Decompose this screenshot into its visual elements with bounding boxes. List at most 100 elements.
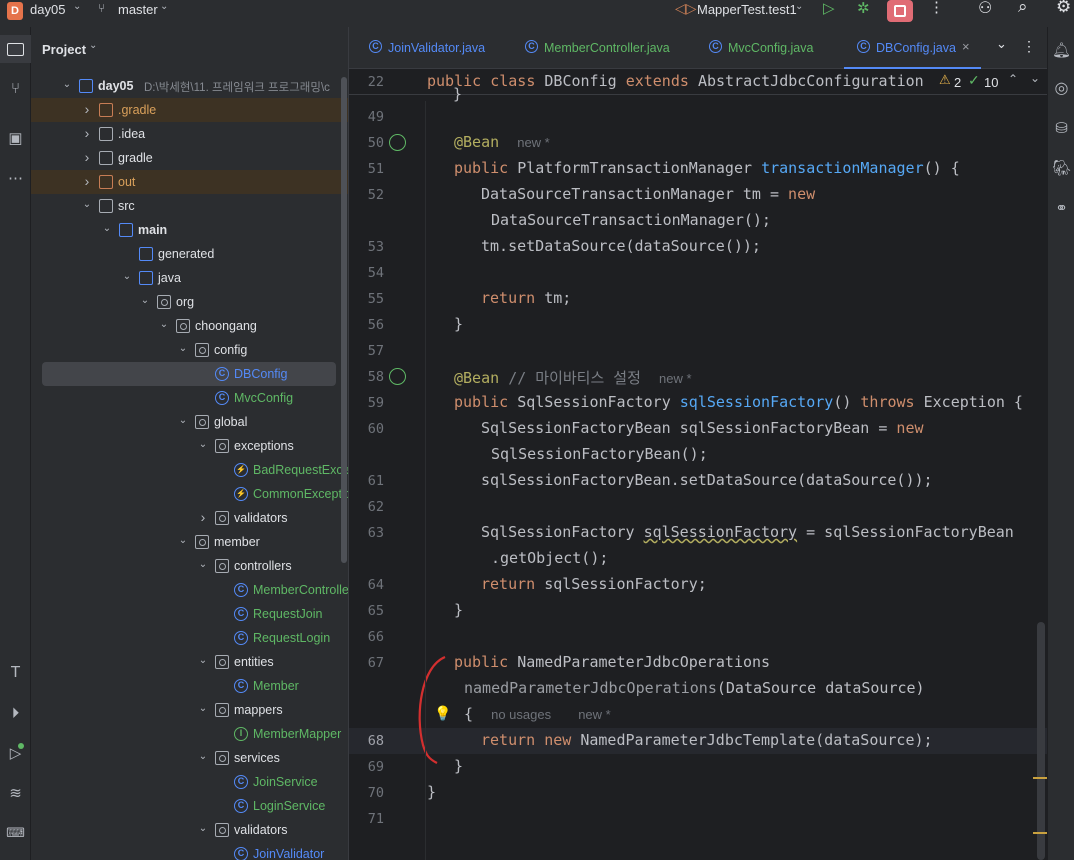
code-line[interactable]: 66: [349, 624, 1047, 650]
chevron-down-icon[interactable]: ⌄: [89, 40, 97, 51]
bean-gutter-icon[interactable]: [389, 134, 406, 151]
code-line[interactable]: 58 @Bean // 마이바티스 설정 new *: [349, 364, 1047, 390]
tree-item-controllers-package[interactable]: ⌄ controllers: [31, 554, 348, 578]
code-line[interactable]: 60 SqlSessionFactoryBean sqlSessionFacto…: [349, 416, 1047, 442]
services-icon[interactable]: ⏵: [0, 700, 31, 726]
inlay-hint[interactable]: new *: [517, 135, 550, 150]
code-line-wrap[interactable]: DataSourceTransactionManager();: [349, 208, 1047, 234]
code-line[interactable]: 70 }: [349, 780, 1047, 806]
chevron-down-icon[interactable]: ⌄: [795, 1, 803, 12]
code-line-wrap[interactable]: SqlSessionFactoryBean();: [349, 442, 1047, 468]
tree-item-choongang-package[interactable]: ⌄ choongang: [31, 314, 348, 338]
chevron-down-icon[interactable]: ⌄: [158, 318, 170, 332]
chevron-down-icon[interactable]: ⌄: [121, 270, 133, 284]
tree-item-join-service-class[interactable]: C JoinService: [31, 770, 348, 794]
project-badge[interactable]: D: [7, 2, 23, 20]
tree-item-idea-dir[interactable]: › .idea: [31, 122, 348, 146]
tree-scrollbar[interactable]: [341, 77, 347, 563]
tree-item-member-package[interactable]: ⌄ member: [31, 530, 348, 554]
inlay-hint[interactable]: no usages: [491, 707, 551, 722]
tree-item-main-dir[interactable]: ⌄ main: [31, 218, 348, 242]
code-line-wrap[interactable]: .getObject();: [349, 546, 1047, 572]
run-config-name[interactable]: MapperTest.test1: [697, 2, 797, 17]
tab-join-validator[interactable]: C JoinValidator.java: [369, 27, 499, 69]
tree-item-exceptions-package[interactable]: ⌄ exceptions: [31, 434, 348, 458]
tree-item-join-validator-class[interactable]: C JoinValidator: [31, 842, 348, 860]
chevron-down-icon[interactable]: ⌄: [197, 750, 209, 764]
chevron-down-icon[interactable]: ⌄: [139, 294, 151, 308]
tree-item-src-dir[interactable]: ⌄ src: [31, 194, 348, 218]
chevron-down-icon[interactable]: ⌄: [197, 438, 209, 452]
terminal-icon[interactable]: ⌨: [0, 820, 31, 846]
terminal-text-icon[interactable]: T: [0, 660, 31, 686]
tree-item-mappers-package[interactable]: ⌄ mappers: [31, 698, 348, 722]
code-line[interactable]: 56 }: [349, 312, 1047, 338]
tree-item-validators-package[interactable]: › validators: [31, 506, 348, 530]
more-icon[interactable]: ⋮: [929, 0, 944, 16]
panel-title[interactable]: Project: [42, 42, 86, 57]
chevron-down-icon[interactable]: ⌄: [177, 534, 189, 548]
check-icon[interactable]: ✓: [968, 72, 980, 89]
warning-marker[interactable]: [1033, 777, 1047, 779]
tree-item-request-join-class[interactable]: C RequestJoin: [31, 602, 348, 626]
chevron-down-icon[interactable]: ⌄: [81, 198, 93, 212]
code-line[interactable]: 62: [349, 494, 1047, 520]
bean-gutter-icon[interactable]: [389, 368, 406, 385]
chevron-down-icon[interactable]: ⌄: [197, 702, 209, 716]
tree-item-gradle-wrapper-dir[interactable]: › gradle: [31, 146, 348, 170]
branch-name[interactable]: master: [118, 2, 158, 17]
notifications-icon[interactable]: 🔔︎: [1048, 37, 1074, 63]
gradle-icon[interactable]: 🐘︎: [1048, 155, 1074, 181]
tree-item-member-controller-class[interactable]: C MemberController: [31, 578, 348, 602]
more-icon[interactable]: ⋮: [1022, 38, 1036, 55]
inlay-hint[interactable]: new *: [659, 371, 692, 386]
layers-icon[interactable]: ≋: [0, 780, 31, 806]
warning-icon[interactable]: ⚠: [939, 72, 951, 88]
chevron-right-icon[interactable]: ›: [81, 174, 93, 188]
chevron-down-icon[interactable]: ⌄: [197, 822, 209, 836]
tree-item-login-service-class[interactable]: C LoginService: [31, 794, 348, 818]
chevron-down-icon[interactable]: ⌄: [197, 558, 209, 572]
tree-item-org-package[interactable]: ⌄ org: [31, 290, 348, 314]
chevron-up-icon[interactable]: ⌃: [1008, 72, 1018, 86]
tree-item-services-package[interactable]: ⌄ services: [31, 746, 348, 770]
code-line[interactable]: 50 @Bean new *: [349, 130, 1047, 156]
tree-item-gradle-dir[interactable]: › .gradle: [31, 98, 348, 122]
code-line[interactable]: 65 }: [349, 598, 1047, 624]
commit-icon[interactable]: ⑂: [0, 75, 31, 101]
chevron-down-icon[interactable]: ⌄: [177, 342, 189, 356]
gear-icon[interactable]: ⚙: [1056, 0, 1071, 17]
warnings-count[interactable]: 2: [954, 75, 961, 90]
tree-item-generated-dir[interactable]: generated: [31, 242, 348, 266]
tree-item-entities-package[interactable]: ⌄ entities: [31, 650, 348, 674]
code-line[interactable]: 71: [349, 806, 1047, 832]
code-line[interactable]: 51 public PlatformTransactionManager tra…: [349, 156, 1047, 182]
tree-item-request-login-class[interactable]: C RequestLogin: [31, 626, 348, 650]
tree-item-java-dir[interactable]: ⌄ java: [31, 266, 348, 290]
code-line[interactable]: 63 SqlSessionFactory sqlSessionFactory =…: [349, 520, 1047, 546]
debug-icon[interactable]: ✲: [857, 0, 870, 17]
tree-item-validators-package-member[interactable]: ⌄ validators: [31, 818, 348, 842]
add-user-icon[interactable]: ⚇: [978, 0, 992, 18]
copilot-icon[interactable]: ⚭: [1048, 195, 1074, 221]
ai-assistant-icon[interactable]: ◎: [1048, 75, 1074, 101]
tree-item-mvcconfig-class[interactable]: C MvcConfig: [31, 386, 348, 410]
tree-item-day05-root[interactable]: ⌄ day05 D:\박세현\11. 프레임워크 프로그래밍\c: [31, 74, 348, 98]
chevron-down-icon[interactable]: ⌄: [197, 654, 209, 668]
tab-db-config[interactable]: C DBConfig.java ×: [844, 27, 981, 69]
code-line[interactable]: 64 return sqlSessionFactory;: [349, 572, 1047, 598]
code-line[interactable]: 53 tm.setDataSource(dataSource());: [349, 234, 1047, 260]
tree-item-member-mapper-interface[interactable]: I MemberMapper: [31, 722, 348, 746]
search-icon[interactable]: ⌕: [1018, 0, 1028, 17]
chevron-down-icon[interactable]: ⌄: [73, 1, 81, 12]
close-icon[interactable]: ×: [962, 39, 970, 54]
chevron-down-icon[interactable]: ⌄: [101, 222, 113, 236]
chevron-down-icon[interactable]: ⌄: [1030, 71, 1040, 85]
code-line[interactable]: 57: [349, 338, 1047, 364]
tab-member-controller[interactable]: C MemberController.java: [525, 27, 695, 69]
chevron-right-icon[interactable]: ›: [81, 126, 93, 140]
chevron-down-icon[interactable]: ⌄: [996, 36, 1007, 52]
tree-item-bad-request-exception-class[interactable]: ⚡ BadRequestException: [31, 458, 348, 482]
database-icon[interactable]: ⛁: [1048, 115, 1074, 141]
more-tools-icon[interactable]: ⋯: [0, 165, 31, 191]
